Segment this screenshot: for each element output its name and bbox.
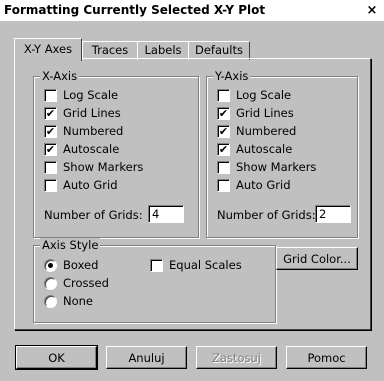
x-grids-label: Number of Grids: [44,208,143,222]
x-axis-autoscale-checkbox[interactable]: ✔ [44,143,57,156]
x-axis-show-markers-checkbox[interactable] [44,161,57,174]
x-axis-log-scale-checkbox[interactable] [44,89,57,102]
x-axis-group-title: X-Axis [40,69,80,83]
tab-xy-axes[interactable]: X-Y Axes [14,38,82,61]
x-axis-auto-grid-label: Auto Grid [63,178,118,192]
y-axis-log-scale-checkbox[interactable] [217,89,230,102]
axis-style-group: Axis Style Boxed Crossed None Equal Scal… [33,238,276,323]
radio-crossed-circle[interactable] [44,277,57,290]
x-number-of-grids-input[interactable] [148,205,184,223]
grid-color-button[interactable]: Grid Color... [276,247,358,270]
x-axis-auto-grid-checkbox[interactable] [44,179,57,192]
x-axis-grid-lines-label: Grid Lines [63,106,121,120]
equal-scales-checkbox[interactable] [150,259,163,272]
x-axis-show-markers-label: Show Markers [63,160,144,174]
axis-style-group-title: Axis Style [40,238,101,252]
radio-none-circle[interactable] [44,295,57,308]
radio-crossed-label: Crossed [63,276,109,290]
y-axis-grid-lines-label: Grid Lines [236,106,294,120]
title-bar[interactable]: Formatting Currently Selected X-Y Plot × [0,0,384,21]
close-icon[interactable]: × [362,2,382,19]
x-axis-autoscale-label: Autoscale [63,142,120,156]
x-axis-log-scale-label: Log Scale [63,88,119,102]
y-axis-log-scale-label: Log Scale [236,88,292,102]
ok-button[interactable]: OK [15,345,98,370]
tab-panel-xy-axes: X-Axis Log Scale ✔ Grid Lines ✔ Numbered ✔ Aut… [14,58,371,330]
dialog-window: Formatting Currently Selected X-Y Plot ×… [0,0,384,381]
y-axis-autoscale-label: Autoscale [236,142,293,156]
equal-scales-label: Equal Scales [169,258,242,272]
apply-button[interactable]: Zastosuj [196,346,277,369]
y-axis-autoscale-checkbox[interactable]: ✔ [217,143,230,156]
y-grids-label: Number of Grids: [217,208,316,222]
y-axis-numbered-checkbox[interactable]: ✔ [217,125,230,138]
y-axis-auto-grid-label: Auto Grid [236,178,291,192]
x-axis-numbered-checkbox[interactable]: ✔ [44,125,57,138]
y-axis-group-title: Y-Axis [213,69,251,83]
x-axis-numbered-label: Numbered [63,124,124,138]
help-button[interactable]: Pomoc [286,346,367,369]
y-axis-show-markers-label: Show Markers [236,160,317,174]
y-axis-auto-grid-checkbox[interactable] [217,179,230,192]
cancel-button[interactable]: Anuluj [106,346,187,369]
y-axis-numbered-label: Numbered [236,124,297,138]
y-axis-show-markers-checkbox[interactable] [217,161,230,174]
radio-boxed-circle[interactable] [44,259,57,272]
x-axis-group: X-Axis Log Scale ✔ Grid Lines ✔ Numbered ✔ Aut… [33,69,199,238]
y-number-of-grids-input[interactable] [315,205,351,223]
y-axis-group: Y-Axis Log Scale ✔ Grid Lines ✔ Numbered ✔ Aut… [206,69,358,238]
radio-none-label: None [63,294,94,308]
y-axis-grid-lines-checkbox[interactable]: ✔ [217,107,230,120]
radio-boxed-label: Boxed [63,258,99,272]
x-axis-grid-lines-checkbox[interactable]: ✔ [44,107,57,120]
window-title: Formatting Currently Selected X-Y Plot [4,3,266,17]
